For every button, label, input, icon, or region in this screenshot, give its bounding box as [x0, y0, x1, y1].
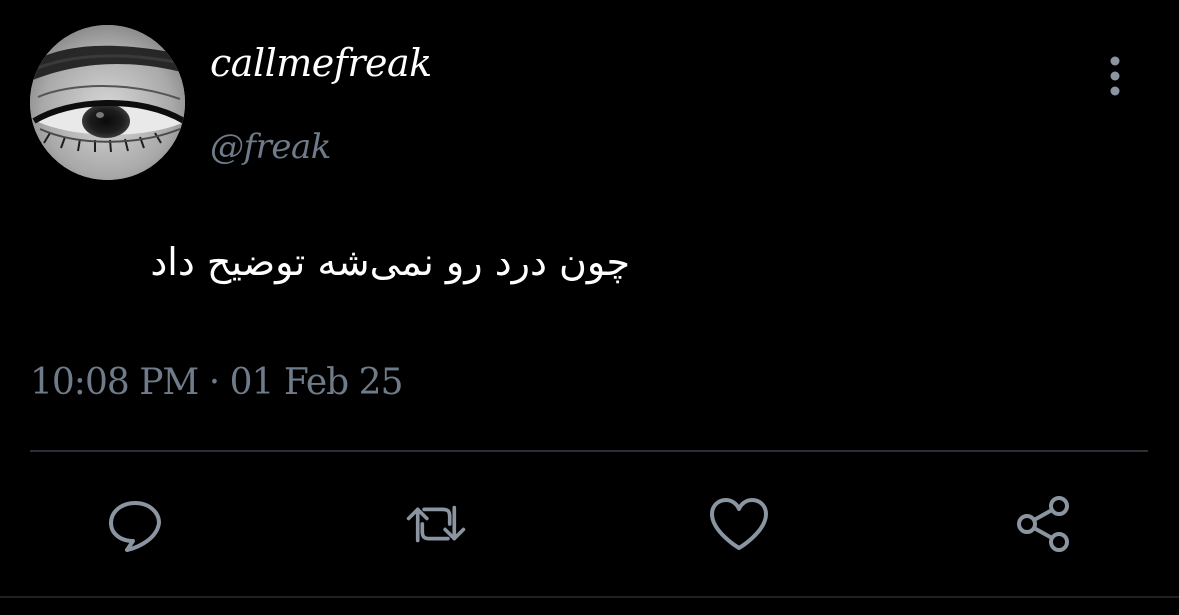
user-handle[interactable]: @freak	[210, 130, 331, 164]
display-name[interactable]: callmefreak	[210, 44, 432, 82]
reply-button[interactable]	[103, 492, 167, 556]
retweet-icon	[406, 505, 466, 543]
like-button[interactable]	[707, 492, 771, 556]
heart-icon	[710, 498, 768, 550]
divider	[30, 450, 1148, 452]
tweet-card: callmefreak @freak چون درد رو نمی‌شه توض…	[0, 0, 1179, 615]
avatar[interactable]	[30, 25, 185, 180]
reply-icon	[109, 501, 161, 552]
avatar-image	[30, 25, 185, 180]
share-icon	[1017, 496, 1069, 552]
more-vertical-icon	[1110, 56, 1120, 96]
share-button[interactable]	[1012, 492, 1076, 556]
retweet-button[interactable]	[404, 492, 468, 556]
more-options-button[interactable]	[1096, 52, 1134, 100]
tweet-text: چون درد رو نمی‌شه توضیح داد	[150, 240, 630, 284]
tweet-timestamp[interactable]: 10:08 PM · 01 Feb 25	[30, 365, 403, 401]
bottom-divider	[0, 596, 1179, 598]
